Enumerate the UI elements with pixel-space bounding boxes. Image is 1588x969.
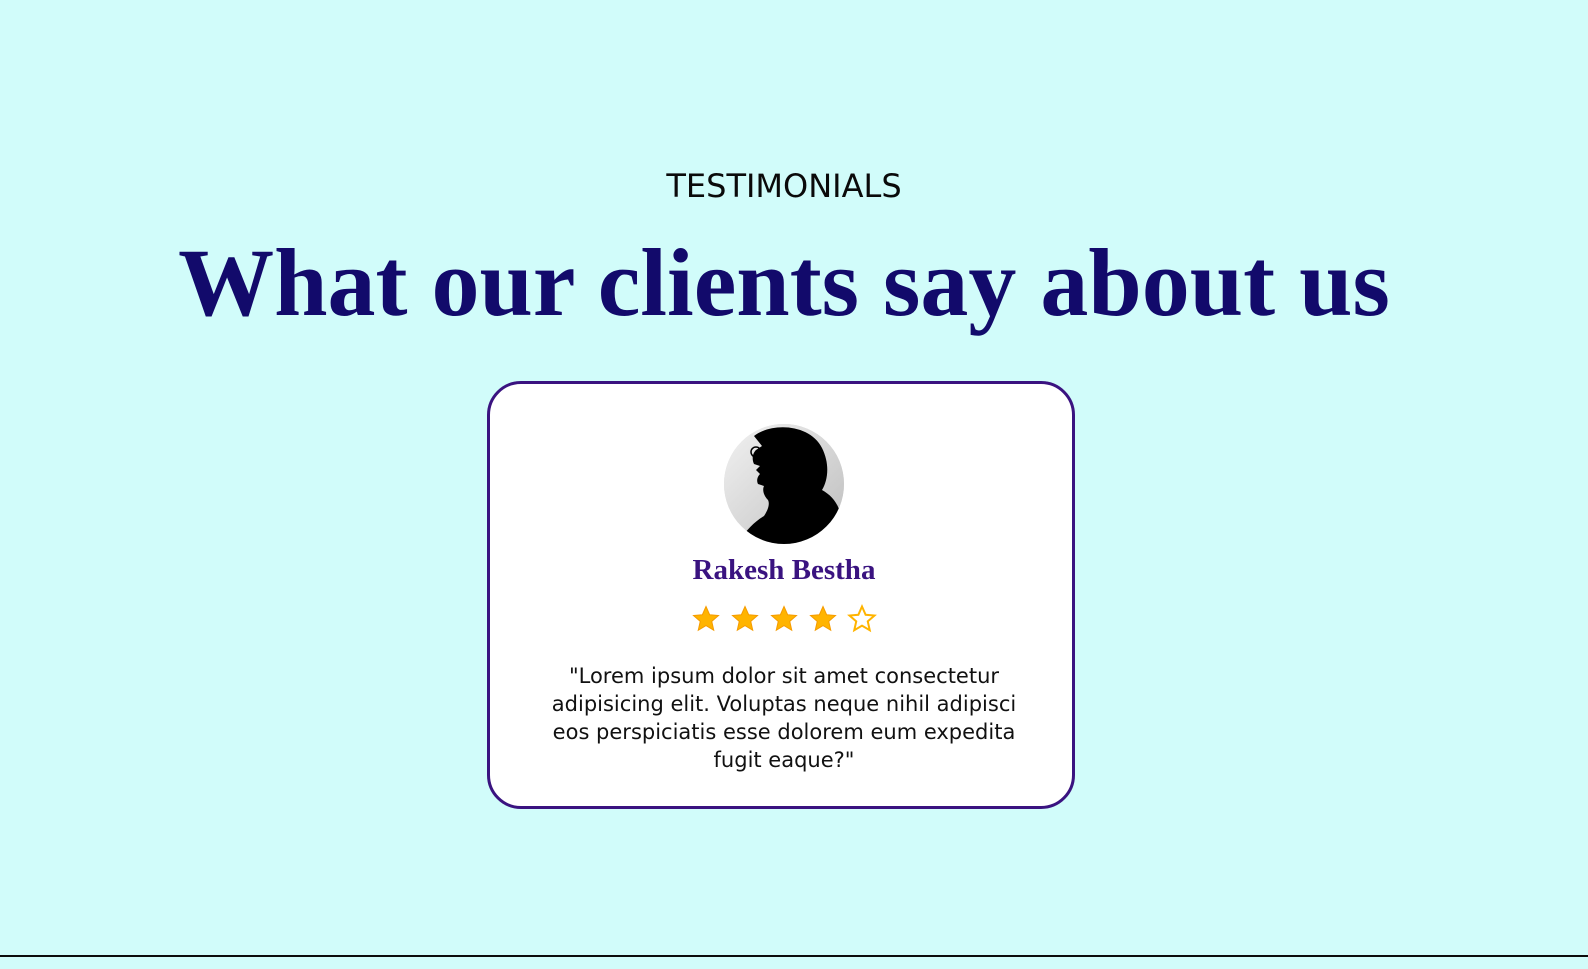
page-title: What our clients say about us <box>178 229 1390 336</box>
avatar <box>724 424 844 544</box>
page-divider <box>0 955 1588 957</box>
reviewer-name: Rakesh Bestha <box>692 554 876 586</box>
star-rating <box>490 604 1078 640</box>
star-filled-icon <box>731 605 759 632</box>
section-eyebrow: TESTIMONIALS <box>666 167 902 205</box>
star-filled-icon <box>809 605 837 632</box>
star-filled-icon <box>770 605 798 632</box>
star-empty-icon <box>847 604 878 633</box>
testimonial-card: Rakesh Bestha "Lorem ipsum dolor sit ame… <box>487 381 1075 809</box>
testimonial-quote: "Lorem ipsum dolor sit amet consectetur … <box>551 664 1017 772</box>
star-filled-icon <box>692 605 720 632</box>
person-silhouette-icon <box>724 424 844 544</box>
